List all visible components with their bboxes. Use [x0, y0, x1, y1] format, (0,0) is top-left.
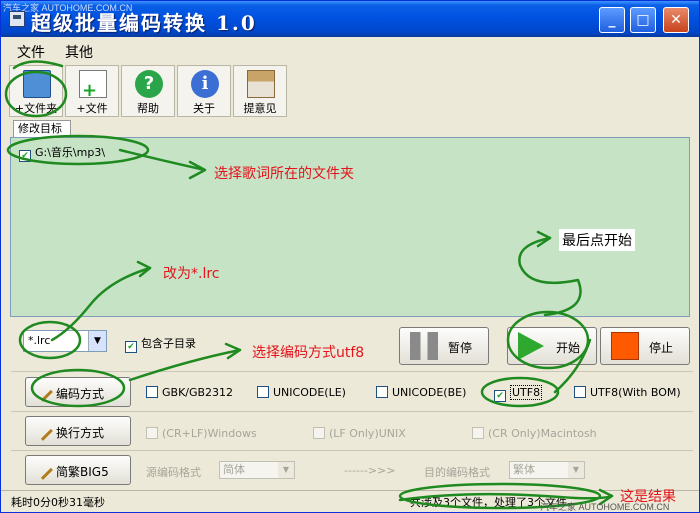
ink-circle-filter: [18, 320, 82, 360]
ink-circle-encoding: [30, 368, 126, 408]
ink-circle-folder: [4, 70, 68, 118]
annotation-choose-encoding: 选择编码方式utf8: [252, 345, 365, 361]
watermark-bottom: 汽车之家 AUTOHOME.COM.CN: [540, 502, 670, 512]
annotation-change-filter: 改为*.lrc: [163, 266, 220, 282]
ink-annotations: [4, 60, 614, 510]
ink-circle-utf8: [480, 376, 560, 408]
annotation-select-folder: 选择歌词所在的文件夹: [214, 166, 354, 182]
ink-arrow-encoding: [128, 342, 242, 382]
ink-line-filter: [50, 266, 152, 342]
ink-circle-path: [6, 134, 150, 166]
annotation-click-start: 最后点开始: [559, 229, 635, 251]
ink-arrow-folder: [118, 148, 207, 180]
ink-stroke-folder-top: [12, 60, 64, 70]
ink-circle-start: [506, 310, 590, 370]
